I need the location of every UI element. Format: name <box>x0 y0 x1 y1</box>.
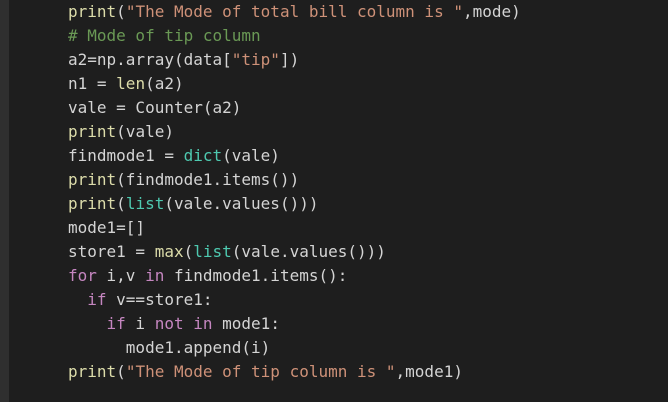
code-token: print <box>68 194 117 213</box>
code-token: if <box>106 314 126 333</box>
code-token: "The Mode of total bill column is " <box>125 2 463 21</box>
code-token: ( <box>116 362 126 381</box>
code-token: ,mode) <box>462 2 521 21</box>
code-token: "tip" <box>231 50 280 69</box>
code-token: i,v <box>96 266 146 285</box>
code-line: mode1=[] <box>68 216 521 240</box>
code-line: vale = Counter(a2) <box>68 96 521 120</box>
code-token: ( <box>116 2 126 21</box>
code-token: for <box>68 266 97 285</box>
code-token: (vale) <box>222 146 280 165</box>
code-token: i <box>125 314 155 333</box>
code-token: len <box>116 74 146 93</box>
code-token: list <box>193 242 232 261</box>
code-token: n1 = <box>68 74 117 93</box>
code-token: mode1: <box>212 314 280 333</box>
code-line: a2=np.array(data["tip"]) <box>68 48 521 72</box>
code-token: vale = Counter(a2) <box>68 98 242 117</box>
code-token: list <box>125 194 165 213</box>
code-line: mode1.append(i) <box>68 336 521 360</box>
code-token: ]) <box>279 50 300 69</box>
code-line: print(vale) <box>68 120 521 144</box>
code-token: ( <box>116 194 126 213</box>
code-line: if i not in mode1: <box>68 312 521 336</box>
code-token: not <box>154 314 184 333</box>
code-token: (vale.values())) <box>164 194 319 213</box>
code-block[interactable]: print("The Mode of total bill column is … <box>68 0 521 384</box>
code-token: (vale) <box>116 122 174 141</box>
code-token: dict <box>183 146 223 165</box>
code-token: print <box>68 122 117 141</box>
code-token: mode1=[] <box>68 218 146 237</box>
code-line: print(findmode1.items()) <box>68 168 521 192</box>
code-token: ,mode1) <box>395 362 463 381</box>
code-token: v==store1: <box>106 290 213 309</box>
code-token: print <box>68 362 117 381</box>
code-line: for i,v in findmode1.items(): <box>68 264 521 288</box>
code-line: store1 = max(list(vale.values())) <box>68 240 521 264</box>
code-token: in <box>193 314 213 333</box>
code-token: "The Mode of tip column is " <box>125 362 396 381</box>
code-token: store1 = <box>68 242 155 261</box>
code-token: print <box>68 170 117 189</box>
code-token: print <box>68 2 117 21</box>
code-line: n1 = len(a2) <box>68 72 521 96</box>
code-token: (findmode1.items()) <box>116 170 300 189</box>
code-token: (a2) <box>145 74 184 93</box>
code-line: findmode1 = dict(vale) <box>68 144 521 168</box>
code-token: max <box>154 242 184 261</box>
code-token: in <box>145 266 165 285</box>
code-editor[interactable]: print("The Mode of total bill column is … <box>9 0 668 402</box>
code-line: print("The Mode of total bill column is … <box>68 0 521 24</box>
code-token: # Mode of tip column <box>68 26 261 45</box>
code-line: print(list(vale.values())) <box>68 192 521 216</box>
code-token: findmode1 = <box>68 146 184 165</box>
code-token: (vale.values())) <box>231 242 386 261</box>
code-line: if v==store1: <box>68 288 521 312</box>
code-token: if <box>87 290 107 309</box>
code-token: mode1.append(i) <box>68 338 271 357</box>
code-token: findmode1.items(): <box>164 266 348 285</box>
code-line: print("The Mode of tip column is ",mode1… <box>68 360 521 384</box>
code-token: ( <box>183 242 194 261</box>
code-line: # Mode of tip column <box>68 24 521 48</box>
code-token: a2=np.array(data[ <box>68 50 232 69</box>
